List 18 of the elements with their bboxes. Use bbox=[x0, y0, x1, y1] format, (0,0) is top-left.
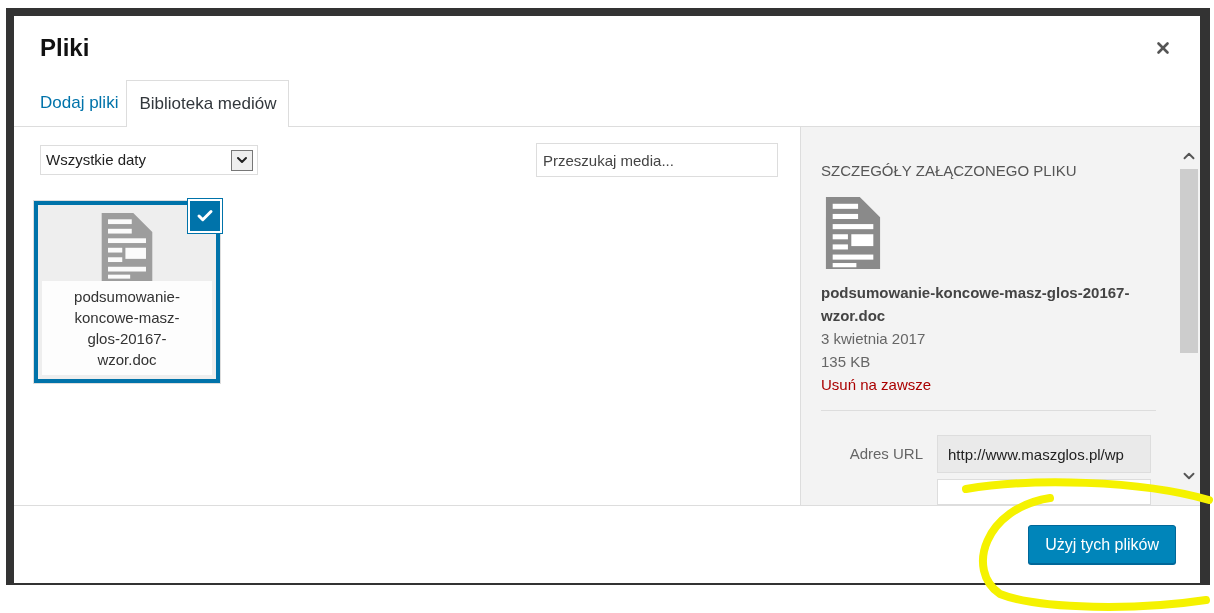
tab[interactable]: Dodaj pliki bbox=[32, 79, 127, 126]
file-date: 3 kwietnia 2017 bbox=[821, 329, 927, 350]
attachment-thumbnail[interactable]: podsumowanie-koncowe-masz-glos-20167-wzor.doc bbox=[34, 201, 220, 383]
details-heading: SZCZEGÓŁY ZAŁĄCZONEGO PLIKU bbox=[821, 161, 1078, 181]
delete-permanently-link[interactable]: Usuń na zawsze bbox=[821, 373, 932, 397]
date-filter-select[interactable]: Wszystkie daty bbox=[40, 145, 258, 175]
attachment-filename: podsumowanie-koncowe-masz-glos-20167-wzor.doc bbox=[73, 287, 181, 370]
checkmark-icon bbox=[188, 199, 222, 233]
field-label: Adres URL bbox=[848, 444, 923, 465]
url-field[interactable]: http://www.maszglos.pl/wp bbox=[937, 435, 1151, 474]
details-filename: podsumowanie-koncowe-masz-glos-20167-wzor.doc bbox=[821, 283, 1131, 327]
modal-title: Pliki bbox=[40, 33, 90, 63]
search-field[interactable]: Przeszukaj media... bbox=[536, 143, 778, 177]
use-files-button[interactable]: Użyj tych plików bbox=[1028, 525, 1176, 564]
close-icon bbox=[1154, 39, 1172, 57]
scrollbar-thumb[interactable] bbox=[1180, 169, 1198, 353]
file-size: 135 KB bbox=[821, 352, 872, 373]
tab[interactable]: Biblioteka mediów bbox=[126, 80, 290, 127]
